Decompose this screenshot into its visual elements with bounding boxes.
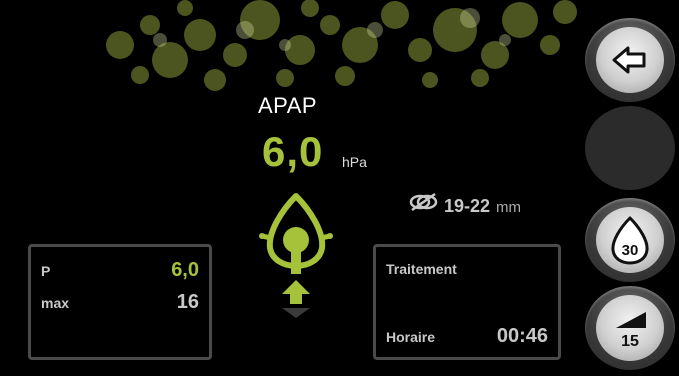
cpap-screen: APAP 6,0 hPa 19-22 mm P 6,0 max 16 Trait… bbox=[0, 0, 679, 376]
treatment-hour-value: 00:46 bbox=[496, 325, 548, 347]
ramp-icon: 15 bbox=[616, 312, 646, 350]
row-value-max: 16 bbox=[176, 291, 199, 313]
ramp-button-face: 15 bbox=[596, 295, 664, 361]
therapy-mode-label: APAP bbox=[258, 93, 318, 118]
pressure-value: 6,0 bbox=[262, 128, 324, 175]
back-arrow-icon bbox=[612, 46, 646, 74]
tube-diameter-unit: mm bbox=[496, 199, 522, 216]
treatment-title: Traitement bbox=[386, 261, 457, 277]
row-label-pressure: P bbox=[41, 263, 51, 279]
tube-diameter-value: 19-22 bbox=[444, 196, 491, 216]
mask-fit-icon: 30 bbox=[611, 216, 649, 265]
back-button-face bbox=[596, 27, 664, 93]
settings-row-pressure: P 6,0 bbox=[41, 259, 199, 282]
settings-row-max: max 16 bbox=[41, 291, 199, 314]
row-value-pressure: 6,0 bbox=[171, 259, 199, 281]
ramp-value: 15 bbox=[621, 333, 639, 350]
treatment-hour-row: Horaire 00:46 bbox=[386, 325, 548, 348]
back-button[interactable] bbox=[585, 18, 675, 102]
treatment-hour-label: Horaire bbox=[386, 329, 436, 345]
pressure-settings-panel[interactable]: P 6,0 max 16 bbox=[28, 244, 212, 360]
treatment-panel[interactable]: Traitement Horaire 00:46 bbox=[373, 244, 561, 360]
treatment-title-row: Traitement bbox=[386, 261, 548, 277]
pressure-unit: hPa bbox=[342, 154, 367, 170]
mask-fit-button[interactable]: 30 bbox=[585, 198, 675, 282]
mask-fit-value: 30 bbox=[622, 242, 639, 259]
tube-diameter-icon bbox=[409, 192, 438, 212]
mask-icon bbox=[259, 193, 333, 318]
tube-diameter: 19-22 mm bbox=[408, 192, 521, 217]
ramp-button[interactable]: 15 bbox=[585, 286, 675, 370]
mask-fit-button-face: 30 bbox=[596, 207, 664, 273]
empty-button-slot bbox=[585, 106, 675, 190]
row-label-max: max bbox=[41, 295, 70, 311]
